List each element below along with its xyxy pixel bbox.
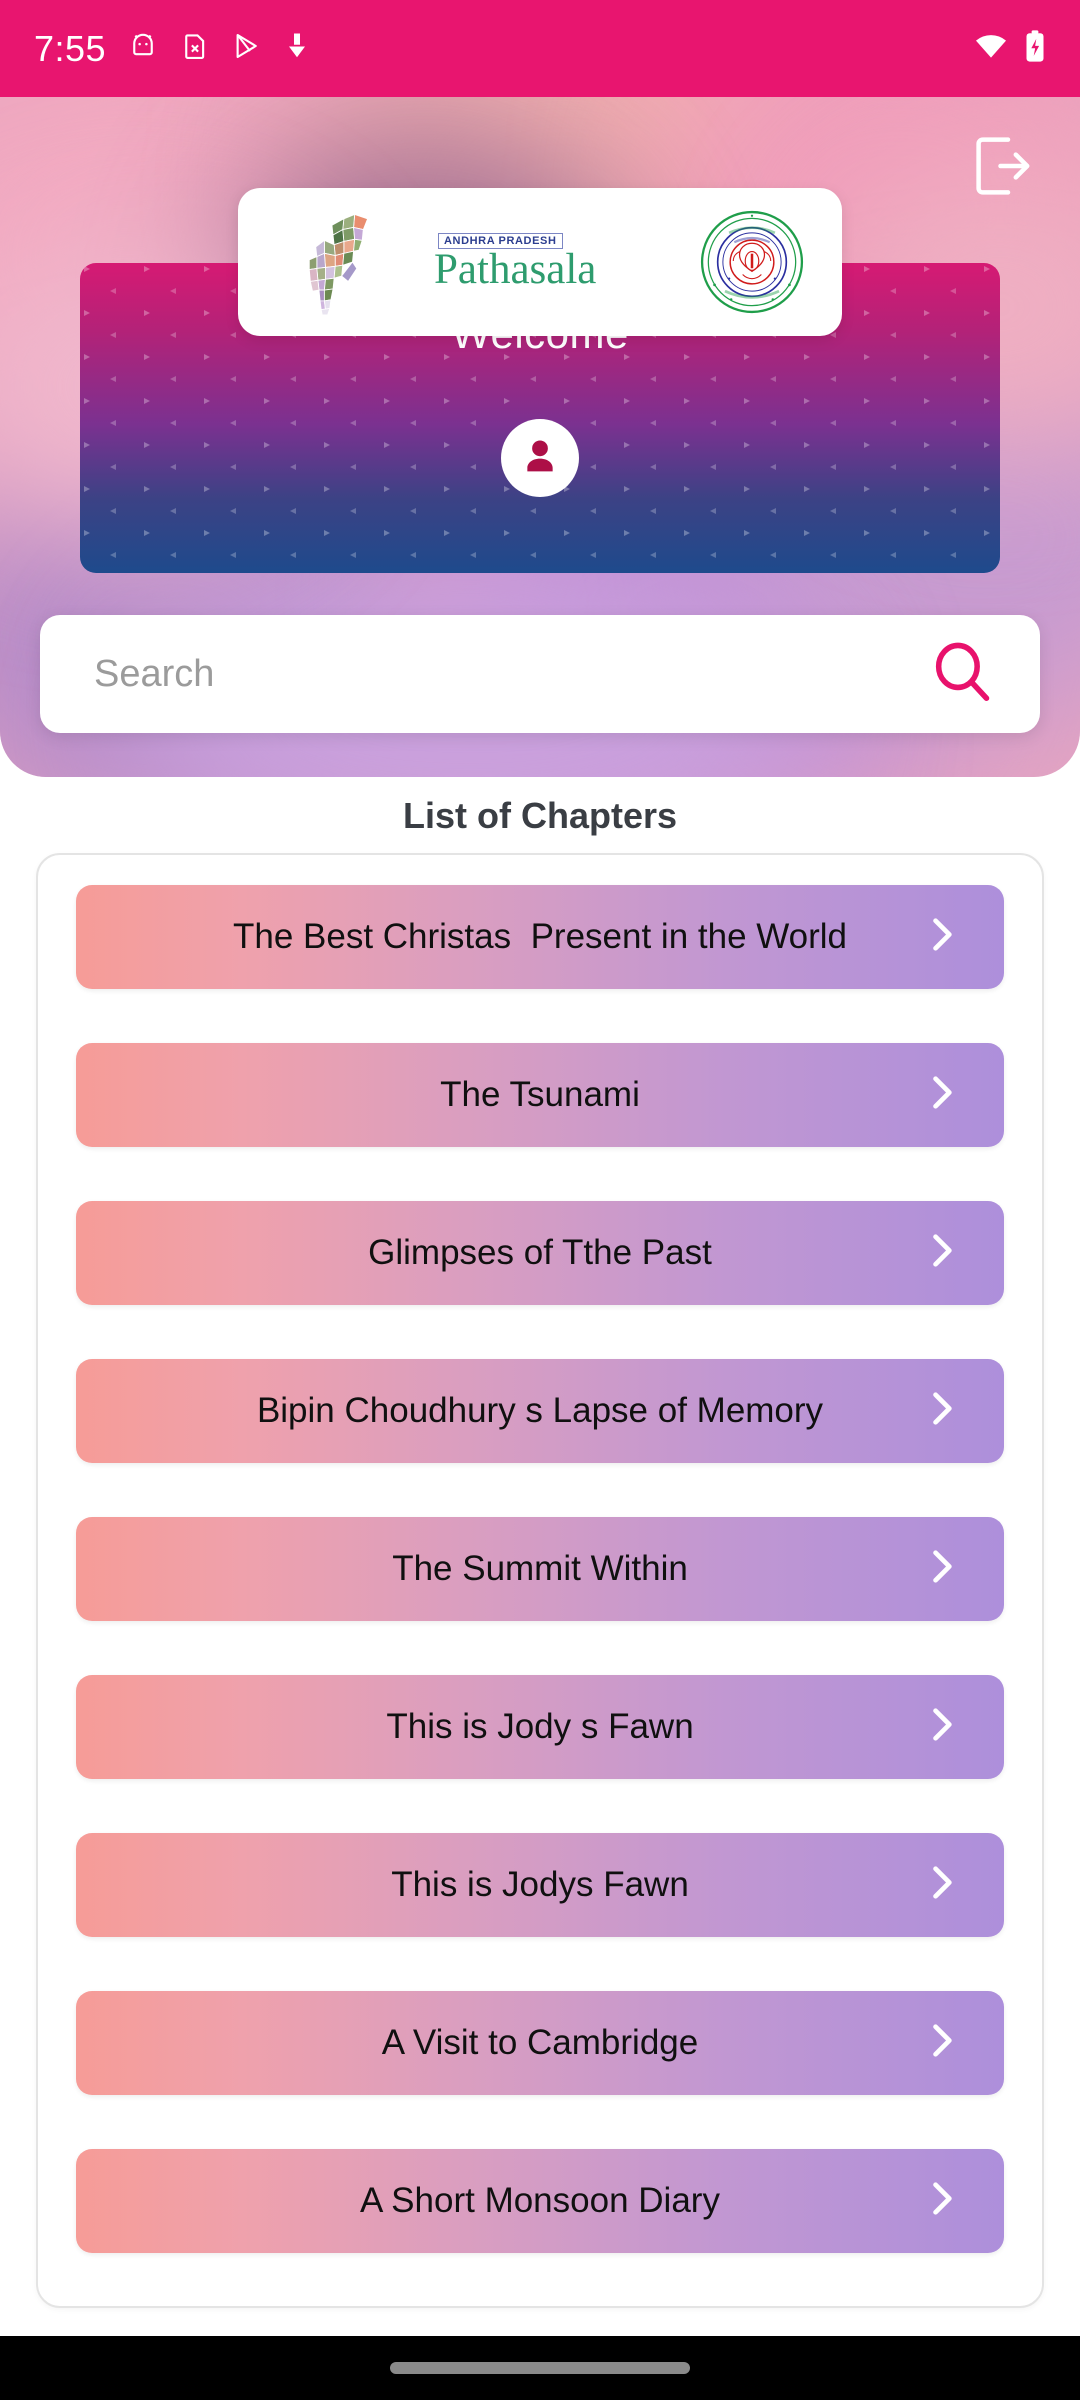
status-bar-right [974, 29, 1046, 68]
chapter-title: Glimpses of Tthe Past [368, 1233, 712, 1272]
chapter-row[interactable]: This is Jody s Fawn [76, 1675, 1004, 1779]
navigation-bar [0, 2336, 1080, 2400]
logo-card: ANDHRA PRADESH Pathasala [238, 188, 842, 336]
chapter-row[interactable]: A Visit to Cambridge [76, 1991, 1004, 2095]
chapter-row[interactable]: Bipin Choudhury s Lapse of Memory [76, 1359, 1004, 1463]
chapter-title: Bipin Choudhury s Lapse of Memory [256, 1391, 824, 1430]
chapters-card: The Best Christas Present in the World T… [36, 853, 1044, 2308]
logout-icon [966, 130, 1038, 207]
chapter-row[interactable]: The Best Christas Present in the World [76, 885, 1004, 989]
chapter-title: The Best Christas Present in the World [232, 917, 848, 956]
andhra-pradesh-map-icon [308, 213, 369, 316]
chapter-title: The Summit Within [392, 1549, 688, 1588]
page-title: List of Chapters [402, 795, 678, 836]
chapter-title: This is Jody s Fawn [386, 1707, 694, 1746]
chevron-right-icon [920, 1541, 964, 1598]
chevron-right-icon [920, 1225, 964, 1282]
pathasala-wordmark: ANDHRA PRADESH Pathasala [398, 233, 596, 291]
user-avatar-icon [517, 433, 563, 484]
app-root: 7:55 ANDHRA PRADESH Pathasala Search Lis… [0, 0, 1080, 2400]
status-bar-left: 7:55 [34, 27, 310, 69]
chapter-row[interactable]: The Summit Within [76, 1517, 1004, 1621]
chevron-right-icon [920, 1383, 964, 1440]
chapter-row[interactable]: The Tsunami [76, 1043, 1004, 1147]
chevron-right-icon [920, 1857, 964, 1914]
chevron-right-icon [920, 1699, 964, 1756]
logout-button[interactable] [954, 120, 1050, 216]
chevron-right-icon [920, 1067, 964, 1124]
chapter-title: A Short Monsoon Diary [360, 2181, 720, 2220]
chapter-row[interactable]: This is Jodys Fawn [76, 1833, 1004, 1937]
search-bar[interactable] [40, 615, 1040, 733]
play-store-icon [232, 31, 262, 66]
gesture-home-handle[interactable] [390, 2362, 690, 2374]
pathasala-logo: ANDHRA PRADESH Pathasala [292, 208, 596, 316]
chapter-title: This is Jodys Fawn [391, 1865, 689, 1904]
download-arrow-icon [284, 31, 310, 66]
search-input[interactable] [94, 615, 920, 733]
chapter-row[interactable]: Glimpses of Tthe Past [76, 1201, 1004, 1305]
chapter-title: A Visit to Cambridge [381, 2023, 699, 2062]
status-bar: 7:55 [0, 0, 1080, 97]
file-x-icon [180, 31, 210, 66]
status-clock: 7:55 [34, 27, 107, 69]
battery-charging-icon [1024, 29, 1046, 68]
brand-name: Pathasala [434, 246, 597, 294]
search-icon [927, 637, 997, 712]
chevron-right-icon [920, 2173, 964, 2230]
search-button[interactable] [920, 632, 1004, 716]
chapter-row[interactable]: A Short Monsoon Diary [76, 2149, 1004, 2253]
wifi-icon [974, 29, 1008, 68]
avatar[interactable] [501, 419, 579, 497]
chevron-right-icon [920, 909, 964, 966]
chevron-right-icon [920, 2015, 964, 2072]
android-robot-icon [128, 31, 158, 66]
chapter-title: The Tsunami [440, 1075, 640, 1114]
scert-seal-icon [700, 210, 804, 314]
